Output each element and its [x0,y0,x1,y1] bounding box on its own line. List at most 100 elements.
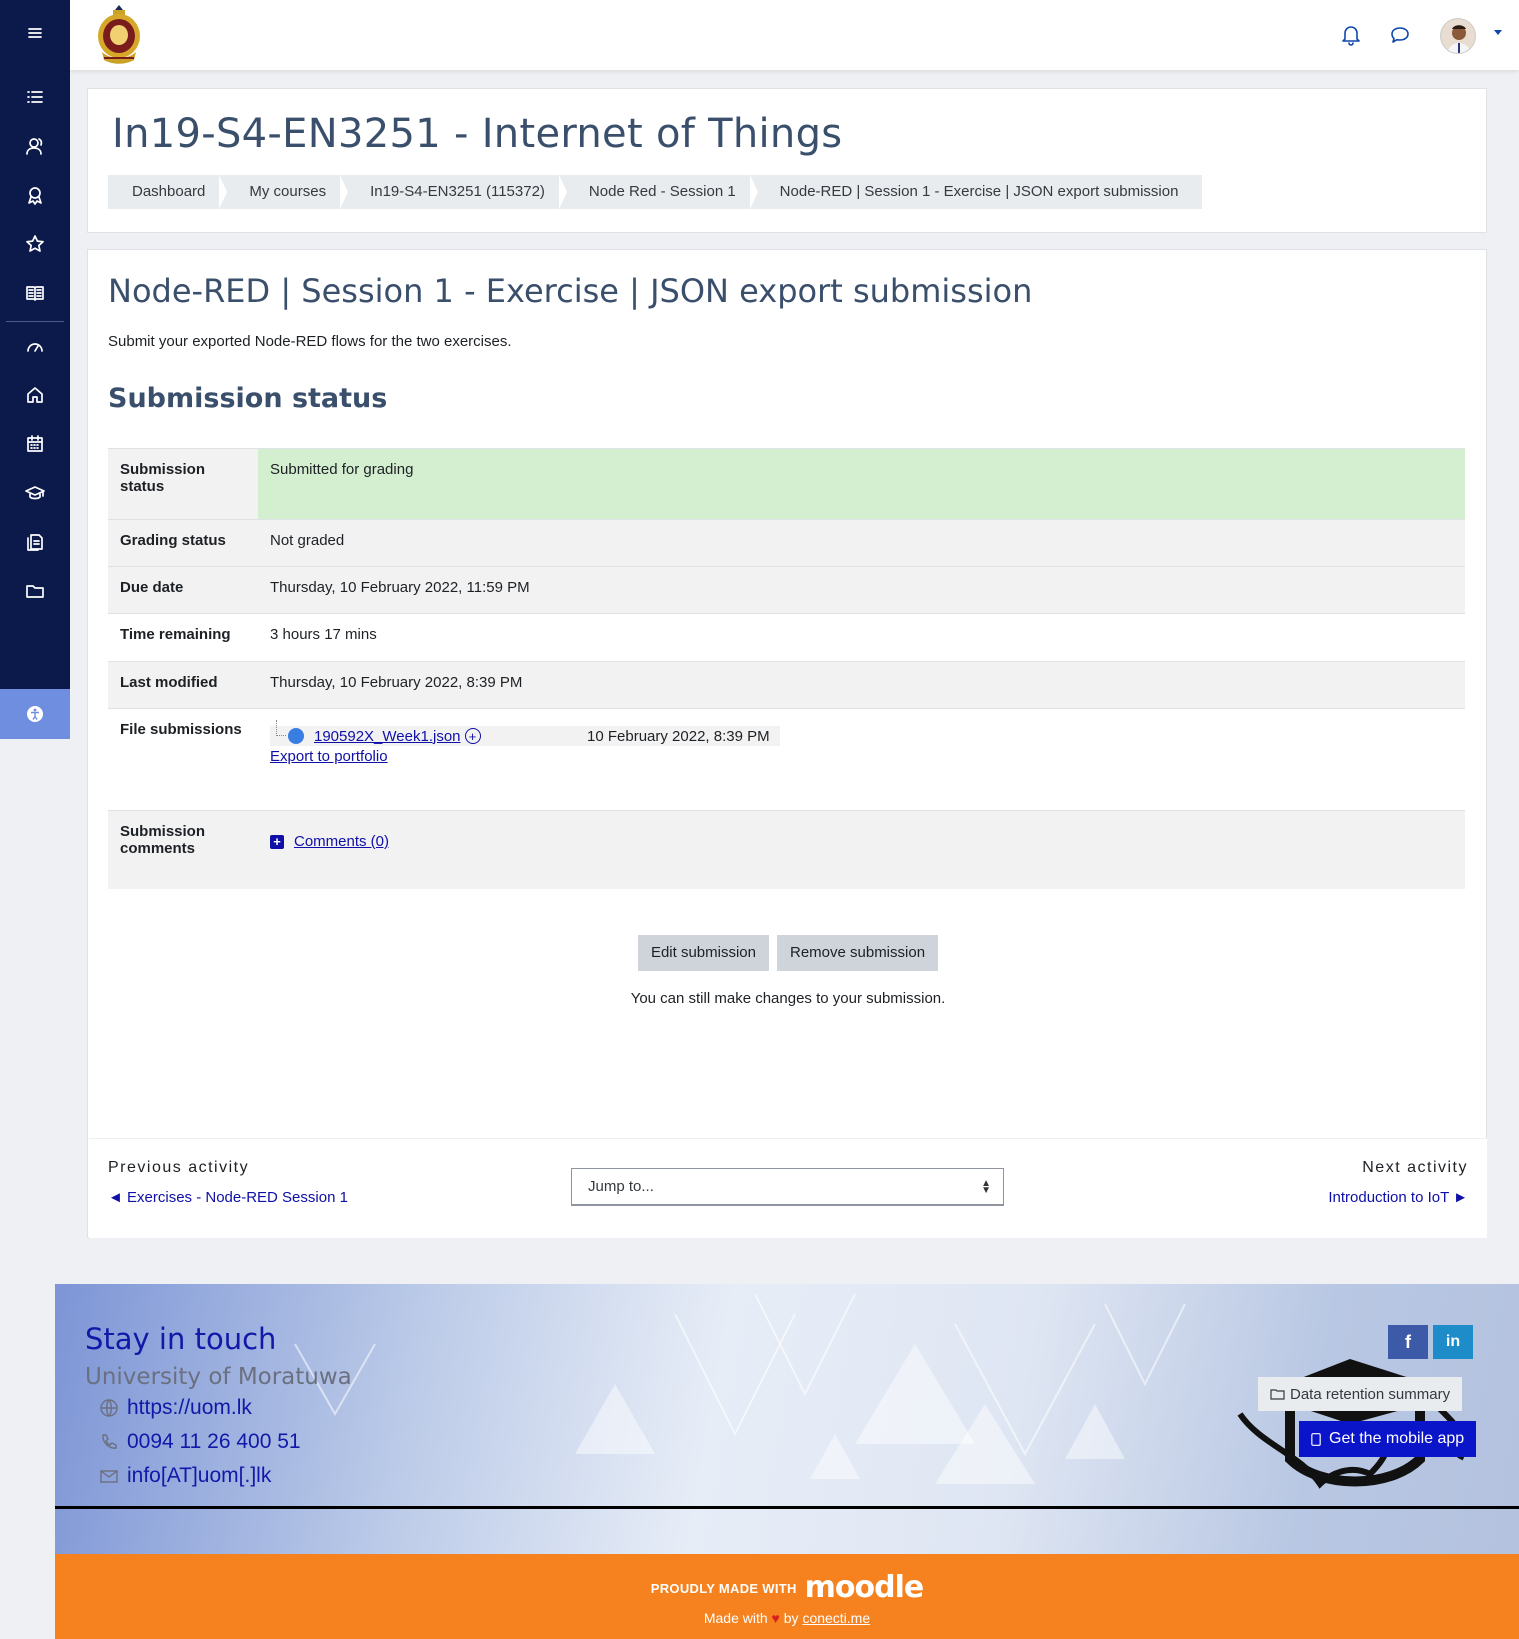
list-icon[interactable] [0,82,70,112]
email-contact[interactable]: info[AT]uom[.]lk [99,1464,271,1488]
row-label: Submission comments [108,810,258,889]
grading-status-value: Not graded [258,519,1465,567]
page-title: Node-RED | Session 1 - Exercise | JSON e… [108,272,1033,310]
submission-status-value: Submitted for grading [258,448,1465,520]
mail-icon [100,1470,118,1483]
submission-status-heading: Submission status [108,383,388,414]
made-with-prefix: PROUDLY MADE WITH [650,1581,797,1596]
row-label: Grading status [108,519,258,567]
star-icon[interactable] [0,229,70,259]
sidebar-divider [6,321,64,322]
facebook-icon: f [1405,1331,1411,1352]
dashboard-icon[interactable] [0,331,70,361]
jump-to-select[interactable]: Jump to... ▲ ▼ [571,1168,1004,1206]
data-retention-button[interactable]: Data retention summary [1258,1377,1463,1411]
phone-contact[interactable]: 0094 11 26 400 51 [99,1430,301,1454]
file-submissions-cell: 190592X_Week1.json + 10 February 2022, 8… [258,708,1465,811]
linkedin-icon: in [1445,1333,1461,1350]
main-content: Node-RED | Session 1 - Exercise | JSON e… [87,249,1487,1238]
due-date-value: Thursday, 10 February 2022, 11:59 PM [258,566,1465,614]
table-row: Submission comments + Comments (0) [108,810,1465,889]
calendar-icon[interactable] [0,429,70,459]
conecti-link[interactable]: conecti.me [802,1610,870,1626]
breadcrumb-dashboard[interactable]: Dashboard [108,175,228,209]
export-portfolio-link[interactable]: Export to portfolio [270,748,388,765]
submission-status-table: Submission status Submitted for grading … [108,448,1465,889]
intro-text: Submit your exported Node-RED flows for … [108,333,512,350]
folder-icon[interactable] [0,576,70,606]
avatar[interactable] [1440,18,1476,54]
heart-icon: ♥ [771,1610,780,1626]
edit-submission-button[interactable]: Edit submission [637,935,769,971]
row-label: Time remaining [108,613,258,662]
table-row: Submission status Submitted for grading [108,448,1465,520]
table-row: Grading status Not graded [108,519,1465,567]
users-icon[interactable] [0,131,70,161]
left-sidebar [0,0,70,739]
file-icon [288,728,304,744]
course-title: In19-S4-EN3251 - Internet of Things [112,111,843,157]
plus-circle-icon[interactable]: + [464,728,481,744]
mobile-icon [1311,1432,1321,1446]
graduation-icon[interactable] [0,478,70,508]
website-contact[interactable]: https://uom.lk [99,1396,252,1420]
footer: Stay in touch University of Moratuwa htt… [55,1284,1519,1554]
linkedin-button[interactable]: in [1433,1325,1473,1359]
breadcrumb-course[interactable]: In19-S4-EN3251 (115372) [346,175,567,209]
jump-to-value: Jump to... [588,1178,654,1195]
tree-connector [276,720,286,736]
time-remaining-value: 3 hours 17 mins [258,613,1465,662]
accessibility-button[interactable] [0,689,70,739]
phone-link[interactable]: 0094 11 26 400 51 [127,1430,301,1454]
phone-icon [102,1434,117,1449]
award-icon[interactable] [0,180,70,210]
made-with-text: Made with [703,1610,768,1626]
footer-divider [55,1506,1519,1509]
table-row: Last modified Thursday, 10 February 2022… [108,661,1465,709]
made-with-line: Made with ♥ by conecti.me [55,1610,1519,1626]
next-activity-label: Next activity [1362,1159,1468,1176]
last-modified-value: Thursday, 10 February 2022, 8:39 PM [258,661,1465,709]
edit-note: You can still make changes to your submi… [630,990,946,1007]
breadcrumb-activity[interactable]: Node-RED | Session 1 - Exercise | JSON e… [755,175,1203,209]
book-icon[interactable] [0,278,70,308]
website-link[interactable]: https://uom.lk [127,1396,252,1420]
plus-square-icon: + [270,834,284,849]
moodle-logo[interactable]: moodle [805,1570,925,1605]
chevron-down-icon[interactable] [1494,30,1502,35]
email-link[interactable]: info[AT]uom[.]lk [127,1464,271,1488]
activity-navigation: Previous activity ◄ Exercises - Node-RED… [89,1138,1487,1238]
files-icon[interactable] [0,527,70,557]
select-arrows-icon: ▲ ▼ [981,1178,991,1196]
row-label: Last modified [108,661,258,709]
menu-icon[interactable] [0,18,70,48]
breadcrumb: Dashboard My courses In19-S4-EN3251 (115… [108,175,1203,209]
comments-cell: + Comments (0) [258,810,1465,889]
table-row: File submissions 190592X_Week1.json + 10… [108,708,1465,811]
breadcrumb-my-courses[interactable]: My courses [225,175,348,209]
previous-activity-link[interactable]: ◄ Exercises - Node-RED Session 1 [108,1189,348,1206]
comments-link[interactable]: Comments (0) [294,833,389,850]
facebook-button[interactable]: f [1388,1325,1428,1359]
by-text: by [783,1610,799,1626]
table-row: Due date Thursday, 10 February 2022, 11:… [108,566,1465,614]
university-logo[interactable] [94,2,144,68]
footer-credits: PROUDLY MADE WITH moodle Made with ♥ by … [55,1554,1519,1639]
row-label: Due date [108,566,258,614]
mobile-app-button[interactable]: Get the mobile app [1299,1421,1477,1457]
breadcrumb-section[interactable]: Node Red - Session 1 [564,175,758,209]
remove-submission-button[interactable]: Remove submission [776,935,939,971]
bell-icon[interactable] [1338,22,1364,48]
proudly-made-with: PROUDLY MADE WITH moodle [55,1570,1519,1605]
file-link[interactable]: 190592X_Week1.json [314,728,461,745]
previous-activity-label: Previous activity [108,1159,250,1176]
data-retention-label: Data retention summary [1290,1385,1451,1403]
accessibility-icon [27,706,43,722]
table-row: Time remaining 3 hours 17 mins [108,613,1465,662]
home-icon[interactable] [0,380,70,410]
row-label: File submissions [108,708,258,811]
next-activity-link[interactable]: Introduction to IoT ► [1328,1189,1468,1206]
message-icon[interactable] [1387,22,1413,48]
comments-toggle[interactable]: + Comments (0) [270,833,1453,850]
folder-open-icon [1270,1389,1285,1400]
